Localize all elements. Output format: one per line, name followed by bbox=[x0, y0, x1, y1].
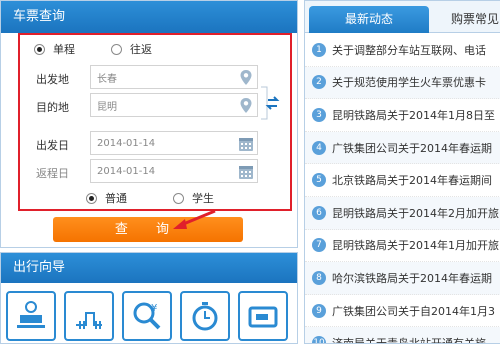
train-station-icon[interactable] bbox=[6, 291, 56, 341]
from-input[interactable] bbox=[91, 66, 257, 88]
from-label: 出发地 bbox=[36, 73, 69, 86]
news-item-text: 济南局关于青岛北站开通有关旅 bbox=[332, 337, 486, 344]
depart-date-input[interactable] bbox=[91, 132, 257, 154]
news-item[interactable]: 1 关于调整部分车站互联网、电话 bbox=[305, 34, 500, 67]
news-list: 1 关于调整部分车站互联网、电话 2 关于规范使用学生火车票优惠卡 3 昆明铁路局关于… bbox=[305, 34, 500, 344]
swap-stations-icon[interactable] bbox=[260, 79, 280, 127]
item-number-badge: 6 bbox=[312, 205, 326, 220]
ticket-type-group: 普通 学生 bbox=[86, 190, 260, 206]
news-item[interactable]: 7 昆明铁路局关于2014年1月加开旅 bbox=[305, 230, 500, 263]
red-arrow-annotation-icon bbox=[173, 209, 216, 229]
normal-ticket-label: 普通 bbox=[105, 192, 127, 205]
svg-text:¥: ¥ bbox=[151, 303, 157, 314]
item-number-badge: 7 bbox=[312, 238, 326, 253]
news-item-text: 哈尔滨铁路局关于2014年春运期 bbox=[332, 271, 492, 285]
clock-icon[interactable] bbox=[180, 291, 230, 341]
item-number-badge: 9 bbox=[312, 303, 326, 318]
news-item[interactable]: 5 北京铁路局关于2014年春运期间 bbox=[305, 164, 500, 197]
normal-ticket-radio[interactable]: 普通 bbox=[86, 190, 127, 206]
return-date-label: 返程日 bbox=[36, 167, 69, 180]
one-way-radio[interactable]: 单程 bbox=[34, 41, 75, 57]
news-panel: 最新动态 购票常见 1 关于调整部分车站互联网、电话 2 关于规范使用学生火车票优惠… bbox=[304, 0, 500, 344]
round-trip-label: 往返 bbox=[130, 43, 152, 56]
news-tab-bar: 最新动态 购票常见 bbox=[305, 1, 500, 33]
location-pin-icon[interactable] bbox=[238, 69, 254, 86]
guide-icon-row: ¥ bbox=[6, 291, 296, 341]
news-item-text: 广铁集团公司关于2014年春运期 bbox=[332, 141, 492, 155]
radio-unselected-icon bbox=[173, 192, 184, 204]
price-search-icon[interactable]: ¥ bbox=[122, 291, 172, 341]
news-item[interactable]: 10 济南局关于青岛北站开通有关旅 bbox=[305, 327, 500, 344]
news-item[interactable]: 9 广铁集团公司关于自2014年1月3 bbox=[305, 295, 500, 328]
news-item[interactable]: 6 昆明铁路局关于2014年2月加开旅 bbox=[305, 196, 500, 230]
ticket-query-panel: 车票查询 单程 往返 出发地 目的地 bbox=[0, 0, 298, 248]
location-pin-icon[interactable] bbox=[238, 97, 254, 114]
item-number-badge: 10 bbox=[312, 336, 326, 343]
item-number-badge: 8 bbox=[312, 270, 326, 285]
news-item[interactable]: 4 广铁集团公司关于2014年春运期 bbox=[305, 131, 500, 165]
from-field[interactable] bbox=[90, 65, 258, 89]
radio-selected-icon bbox=[34, 43, 45, 55]
calendar-icon[interactable] bbox=[238, 163, 254, 180]
item-number-badge: 4 bbox=[312, 140, 326, 155]
news-item-text: 关于调整部分车站互联网、电话 bbox=[332, 43, 486, 57]
one-way-label: 单程 bbox=[53, 43, 75, 56]
item-number-badge: 3 bbox=[312, 107, 326, 122]
ticket-form-highlight: 单程 往返 出发地 目的地 bbox=[18, 33, 292, 211]
ticket-panel-title: 车票查询 bbox=[1, 1, 297, 33]
travel-guide-panel: 出行向导 ¥ bbox=[0, 252, 298, 344]
news-item-text: 广铁集团公司关于自2014年1月3 bbox=[332, 304, 495, 318]
student-ticket-radio[interactable]: 学生 bbox=[173, 190, 214, 206]
news-item-text: 昆明铁路局关于2014年1月加开旅 bbox=[332, 239, 499, 253]
news-item-text: 昆明铁路局关于2014年1月8日至 bbox=[332, 108, 495, 122]
news-item[interactable]: 3 昆明铁路局关于2014年1月8日至 bbox=[305, 99, 500, 132]
ticket-icon[interactable] bbox=[238, 291, 288, 341]
item-number-badge: 1 bbox=[312, 42, 326, 57]
trip-type-group: 单程 往返 bbox=[34, 40, 188, 58]
student-ticket-label: 学生 bbox=[192, 192, 214, 205]
news-item-text: 关于规范使用学生火车票优惠卡 bbox=[332, 76, 486, 90]
item-number-badge: 2 bbox=[312, 75, 326, 90]
travel-guide-title: 出行向导 bbox=[1, 253, 297, 283]
to-field[interactable] bbox=[90, 93, 258, 117]
news-item[interactable]: 8 哈尔滨铁路局关于2014年春运期 bbox=[305, 262, 500, 295]
news-item-text: 北京铁路局关于2014年春运期间 bbox=[332, 174, 492, 188]
to-input[interactable] bbox=[91, 94, 257, 116]
depart-date-field[interactable] bbox=[90, 131, 258, 155]
to-label: 目的地 bbox=[36, 101, 69, 114]
round-trip-radio[interactable]: 往返 bbox=[111, 41, 152, 57]
tab-latest-news[interactable]: 最新动态 bbox=[309, 6, 429, 33]
depart-date-label: 出发日 bbox=[36, 139, 69, 152]
calendar-icon[interactable] bbox=[238, 135, 254, 152]
tab-ticket-faq[interactable]: 购票常见 bbox=[435, 6, 500, 33]
radio-selected-icon bbox=[86, 192, 97, 204]
radio-unselected-icon bbox=[111, 43, 122, 55]
news-item-text: 昆明铁路局关于2014年2月加开旅 bbox=[332, 206, 499, 220]
news-item[interactable]: 2 关于规范使用学生火车票优惠卡 bbox=[305, 66, 500, 100]
return-date-field[interactable] bbox=[90, 159, 258, 183]
return-date-input[interactable] bbox=[91, 160, 257, 182]
railway-map-icon[interactable] bbox=[64, 291, 114, 341]
item-number-badge: 5 bbox=[312, 173, 326, 188]
